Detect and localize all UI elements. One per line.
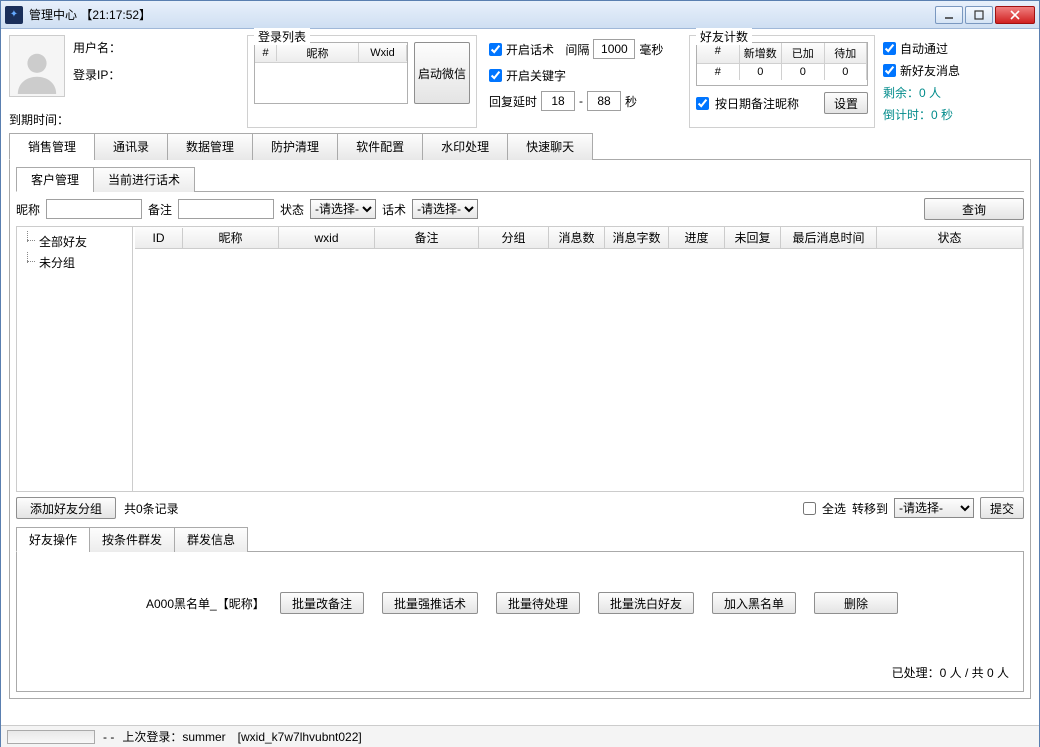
batch-push-script-button[interactable]: 批量强推话术 — [382, 592, 478, 614]
subtab-script[interactable]: 当前进行话术 — [93, 167, 195, 192]
batch-remark-button[interactable]: 批量改备注 — [280, 592, 364, 614]
batch-pending-button[interactable]: 批量待处理 — [496, 592, 580, 614]
filter-remark-input[interactable] — [178, 199, 274, 219]
app-icon: ✦ — [5, 6, 23, 24]
enable-script-checkbox[interactable] — [489, 43, 502, 56]
move-to-label: 转移到 — [852, 500, 888, 517]
right-options: 自动通过 新好友消息 剩余：0 人 倒计时：0 秒 — [883, 35, 1031, 128]
new-friend-msg-checkbox[interactable] — [883, 64, 896, 77]
add-blacklist-button[interactable]: 加入黑名单 — [712, 592, 796, 614]
main-panel: 客户管理 当前进行话术 昵称 备注 状态 -请选择- 话术 -请选择- 查询 全… — [9, 160, 1031, 699]
op-panel: 批量改备注 批量强推话术 批量待处理 批量洗白好友 加入黑名单 删除 已处理：0… — [16, 552, 1024, 692]
grid-area: 全部好友 未分组 ID 昵称 wxid 备注 分组 消息数 消息字数 进度 未回… — [16, 226, 1024, 492]
username-label: 用户名： — [73, 39, 121, 56]
enable-keyword-label: 开启关键字 — [506, 67, 566, 84]
login-list-box: 登录列表 # 昵称 Wxid 启动微信 — [247, 35, 477, 128]
main-tabs: 销售管理 通讯录 数据管理 防护清理 软件配置 水印处理 快速聊天 — [9, 132, 1031, 160]
expire-label: 到期时间： — [9, 111, 239, 128]
minimize-button[interactable] — [935, 6, 963, 24]
optab-mass-send[interactable]: 群发信息 — [174, 527, 248, 552]
select-all-label: 全选 — [822, 500, 846, 517]
script-options-box: 开启话术 间隔 毫秒 开启关键字 回复延时 - 秒 — [485, 35, 681, 128]
login-list-table[interactable]: # 昵称 Wxid — [254, 42, 408, 104]
friend-count-legend: 好友计数 — [696, 28, 752, 45]
optab-friend-ops[interactable]: 好友操作 — [16, 527, 90, 552]
sub-tabs: 客户管理 当前进行话术 — [16, 166, 1024, 192]
remark-by-date-checkbox[interactable] — [696, 97, 709, 110]
subtab-customer[interactable]: 客户管理 — [16, 167, 94, 192]
user-box: 用户名： 登录IP： 到期时间： — [9, 35, 239, 128]
batch-whitewash-button[interactable]: 批量洗白好友 — [598, 592, 694, 614]
login-col-nick: 昵称 — [277, 43, 359, 63]
filter-script-select[interactable]: -请选择- — [412, 199, 478, 219]
op-status: 已处理：0 人 / 共 0 人 — [892, 664, 1009, 681]
titlebar: ✦ 管理中心 【21:17:52】 — [1, 1, 1039, 29]
maximize-button[interactable] — [965, 6, 993, 24]
tab-quickchat[interactable]: 快速聊天 — [507, 133, 593, 160]
filter-script-label: 话术 — [382, 201, 406, 218]
interval-label: 间隔 — [565, 41, 589, 58]
op-tabs: 好友操作 按条件群发 群发信息 — [16, 526, 1024, 552]
filter-row: 昵称 备注 状态 -请选择- 话术 -请选择- 查询 — [16, 198, 1024, 220]
optab-cond-send[interactable]: 按条件群发 — [89, 527, 175, 552]
remain-text: 剩余：0 人 — [883, 83, 1031, 101]
status-bar: - - 上次登录：summer [wxid_k7w7lhvubnt022] — [1, 725, 1039, 747]
select-all-checkbox[interactable] — [803, 502, 816, 515]
login-list-legend: 登录列表 — [254, 28, 310, 45]
tab-data[interactable]: 数据管理 — [167, 133, 253, 160]
filter-status-label: 状态 — [280, 201, 304, 218]
settings-button[interactable]: 设置 — [824, 92, 868, 114]
close-button[interactable] — [995, 6, 1035, 24]
tab-sales[interactable]: 销售管理 — [9, 133, 95, 160]
login-ip-label: 登录IP： — [73, 66, 121, 83]
tree-node-all[interactable]: 全部好友 — [23, 231, 132, 252]
avatar — [9, 35, 65, 97]
status-sep: - - — [103, 730, 114, 744]
tree-node-ungrouped[interactable]: 未分组 — [23, 252, 132, 273]
reply-delay-label: 回复延时 — [489, 93, 537, 110]
friend-count-box: 好友计数 # 新增数 已加 待加 # 0 0 0 按日期备注昵称 设置 — [689, 35, 875, 128]
filter-nick-input[interactable] — [46, 199, 142, 219]
tab-config[interactable]: 软件配置 — [337, 133, 423, 160]
countdown-text: 倒计时：0 秒 — [883, 105, 1031, 123]
enable-keyword-checkbox[interactable] — [489, 69, 502, 82]
tab-contacts[interactable]: 通讯录 — [94, 133, 168, 160]
auto-pass-checkbox[interactable] — [883, 42, 896, 55]
login-col-index: # — [255, 45, 277, 61]
move-to-select[interactable]: -请选择- — [894, 498, 974, 518]
delete-button[interactable]: 删除 — [814, 592, 898, 614]
window-title: 管理中心 【21:17:52】 — [29, 6, 935, 23]
top-area: 用户名： 登录IP： 到期时间： 登录列表 # 昵称 Wxid 启动微信 开启话… — [1, 29, 1039, 132]
filter-status-select[interactable]: -请选择- — [310, 199, 376, 219]
filter-nick-label: 昵称 — [16, 201, 40, 218]
start-wechat-button[interactable]: 启动微信 — [414, 42, 470, 104]
grid-footer: 添加好友分组 共0条记录 全选 转移到 -请选择- 提交 — [16, 496, 1024, 520]
friend-count-table: # 新增数 已加 待加 # 0 0 0 — [696, 42, 868, 86]
group-tree[interactable]: 全部好友 未分组 — [17, 227, 133, 491]
enable-script-label: 开启话术 — [506, 41, 554, 58]
delay-to-input[interactable] — [587, 91, 621, 111]
record-count: 共0条记录 — [124, 500, 179, 517]
data-grid[interactable]: ID 昵称 wxid 备注 分组 消息数 消息字数 进度 未回复 最后消息时间 … — [135, 227, 1023, 491]
delay-from-input[interactable] — [541, 91, 575, 111]
submit-button[interactable]: 提交 — [980, 497, 1024, 519]
remark-by-date-label: 按日期备注昵称 — [715, 95, 799, 112]
tab-protect[interactable]: 防护清理 — [252, 133, 338, 160]
tab-watermark[interactable]: 水印处理 — [422, 133, 508, 160]
filter-remark-label: 备注 — [148, 201, 172, 218]
last-login-text: 上次登录：summer [wxid_k7w7lhvubnt022] — [122, 728, 361, 745]
delay-unit: 秒 — [625, 93, 637, 110]
interval-unit: 毫秒 — [639, 41, 663, 58]
progress-bar — [7, 730, 95, 744]
interval-input[interactable] — [593, 39, 635, 59]
login-col-wxid: Wxid — [359, 45, 407, 61]
blacklist-template-input[interactable] — [142, 593, 262, 613]
query-button[interactable]: 查询 — [924, 198, 1024, 220]
add-group-button[interactable]: 添加好友分组 — [16, 497, 116, 519]
